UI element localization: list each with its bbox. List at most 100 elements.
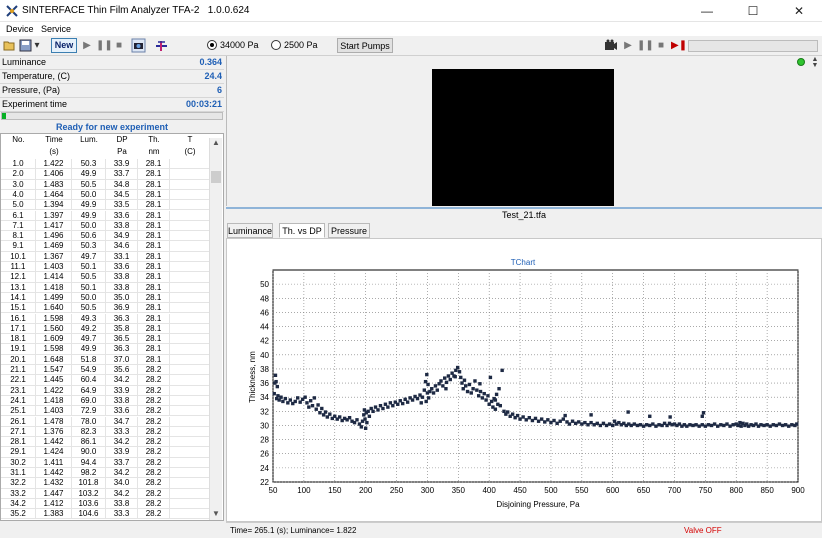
scroll-down-icon[interactable]: ▼ xyxy=(212,509,220,518)
table-row-cell-no[interactable]: 14.1 xyxy=(1,292,36,304)
table-cell[interactable]: 1.496 xyxy=(36,231,72,242)
table-cell[interactable]: 49.3 xyxy=(72,313,106,324)
table-cell[interactable] xyxy=(170,406,210,417)
table-vertical-scrollbar[interactable]: ▲ ▼ xyxy=(209,138,222,520)
table-cell[interactable] xyxy=(170,251,210,262)
close-button[interactable]: ✕ xyxy=(776,0,822,22)
table-cell[interactable] xyxy=(170,334,210,345)
new-button[interactable]: New xyxy=(51,38,77,53)
table-cell[interactable]: 1.397 xyxy=(36,210,72,221)
table-cell[interactable]: 36.3 xyxy=(106,344,138,355)
table-row-cell-no[interactable]: 8.1 xyxy=(1,231,36,242)
table-cell[interactable]: 28.1 xyxy=(138,354,170,365)
table-cell[interactable]: 28.2 xyxy=(138,406,170,417)
table-cell[interactable]: 1.499 xyxy=(36,292,72,304)
table-cell[interactable] xyxy=(170,262,210,273)
table-row-cell-no[interactable]: 19.1 xyxy=(1,344,36,355)
table-row-cell-no[interactable]: 3.0 xyxy=(1,179,36,190)
table-cell[interactable]: 1.376 xyxy=(36,426,72,438)
table-cell[interactable]: 36.9 xyxy=(106,303,138,314)
table-cell[interactable]: 50.6 xyxy=(72,231,106,242)
table-row-cell-no[interactable]: 36.2 xyxy=(1,519,36,520)
table-cell[interactable]: 49.9 xyxy=(72,210,106,221)
table-cell[interactable]: 98.2 xyxy=(72,468,106,479)
table-cell[interactable]: 33.4 xyxy=(106,519,138,520)
table-cell[interactable]: 34.6 xyxy=(106,241,138,252)
table-row-cell-no[interactable]: 20.1 xyxy=(1,354,36,365)
table-cell[interactable]: 28.2 xyxy=(138,519,170,520)
save-icon[interactable] xyxy=(19,39,32,52)
table-row-cell-no[interactable]: 11.1 xyxy=(1,262,36,273)
table-cell[interactable] xyxy=(170,365,210,376)
table-row-cell-no[interactable]: 29.1 xyxy=(1,447,36,458)
table-cell[interactable]: 28.2 xyxy=(138,488,170,499)
table-cell[interactable] xyxy=(170,437,210,448)
dropdown-arrow-icon[interactable]: ▾ xyxy=(33,39,41,53)
table-cell[interactable]: 35.6 xyxy=(106,365,138,376)
table-cell[interactable] xyxy=(170,395,210,407)
table-cell[interactable] xyxy=(170,447,210,458)
table-cell[interactable]: 54.9 xyxy=(72,365,106,376)
table-cell[interactable]: 28.1 xyxy=(138,220,170,232)
table-row-cell-no[interactable]: 2.0 xyxy=(1,169,36,180)
table-cell[interactable] xyxy=(170,189,210,201)
table-row-cell-no[interactable]: 34.2 xyxy=(1,498,36,510)
table-row-cell-no[interactable]: 15.1 xyxy=(1,303,36,314)
table-cell[interactable]: 49.9 xyxy=(72,200,106,211)
table-cell[interactable]: 50.5 xyxy=(72,179,106,190)
table-cell[interactable]: 60.4 xyxy=(72,375,106,386)
table-cell[interactable]: 49.9 xyxy=(72,169,106,180)
table-row-cell-no[interactable]: 13.1 xyxy=(1,282,36,293)
table-cell[interactable]: 1.414 xyxy=(36,272,72,283)
table-cell[interactable] xyxy=(170,416,210,427)
play-icon[interactable]: ▶ xyxy=(80,39,94,53)
table-cell[interactable]: 37.0 xyxy=(106,354,138,365)
table-cell[interactable]: 28.2 xyxy=(138,375,170,386)
table-row-cell-no[interactable]: 6.1 xyxy=(1,210,36,221)
table-cell[interactable]: 28.2 xyxy=(138,416,170,427)
table-cell[interactable]: 1.367 xyxy=(36,251,72,262)
video-play-icon[interactable]: ▶ xyxy=(621,39,635,53)
table-cell[interactable] xyxy=(170,179,210,190)
table-cell[interactable]: 1.547 xyxy=(36,365,72,376)
table-row-cell-no[interactable]: 10.1 xyxy=(1,251,36,262)
table-cell[interactable] xyxy=(170,385,210,396)
table-cell[interactable]: 28.1 xyxy=(138,251,170,262)
table-cell[interactable]: 28.2 xyxy=(138,478,170,489)
table-cell[interactable]: 103.2 xyxy=(72,488,106,499)
table-cell[interactable]: 1.422 xyxy=(36,159,72,170)
table-cell[interactable]: 33.6 xyxy=(106,210,138,221)
table-cell[interactable]: 64.9 xyxy=(72,385,106,396)
table-cell[interactable]: 36.3 xyxy=(106,313,138,324)
table-cell[interactable] xyxy=(170,220,210,232)
table-cell[interactable]: 1.598 xyxy=(36,313,72,324)
table-cell[interactable]: 1.598 xyxy=(36,344,72,355)
table-row-cell-no[interactable]: 18.1 xyxy=(1,334,36,345)
table-row-cell-no[interactable]: 35.2 xyxy=(1,509,36,520)
table-cell[interactable]: 28.1 xyxy=(138,241,170,252)
table-cell[interactable]: 28.1 xyxy=(138,303,170,314)
table-cell[interactable]: 34.2 xyxy=(106,488,138,499)
table-cell[interactable]: 104.6 xyxy=(72,509,106,520)
table-cell[interactable]: 1.560 xyxy=(36,323,72,335)
table-cell[interactable]: 33.8 xyxy=(106,498,138,510)
table-cell[interactable]: 33.3 xyxy=(106,426,138,438)
table-cell[interactable] xyxy=(170,272,210,283)
table-row-cell-no[interactable]: 24.1 xyxy=(1,395,36,407)
table-cell[interactable]: 28.2 xyxy=(138,457,170,468)
table-cell[interactable]: 28.1 xyxy=(138,231,170,242)
table-cell[interactable]: 1.406 xyxy=(36,169,72,180)
table-row-cell-no[interactable]: 1.0 xyxy=(1,159,36,170)
table-cell[interactable]: 33.1 xyxy=(106,251,138,262)
table-row-cell-no[interactable]: 4.0 xyxy=(1,189,36,201)
scroll-up-icon[interactable]: ▲ xyxy=(212,138,220,147)
table-cell[interactable]: 1.478 xyxy=(36,416,72,427)
table-cell[interactable]: 50.5 xyxy=(72,272,106,283)
maximize-button[interactable]: ☐ xyxy=(730,0,776,22)
table-cell[interactable]: 82.3 xyxy=(72,426,106,438)
table-row-cell-no[interactable]: 23.1 xyxy=(1,385,36,396)
table-cell[interactable]: 78.0 xyxy=(72,416,106,427)
table-cell[interactable]: 33.9 xyxy=(106,385,138,396)
table-cell[interactable]: 94.4 xyxy=(72,457,106,468)
table-cell[interactable]: 50.0 xyxy=(72,220,106,232)
